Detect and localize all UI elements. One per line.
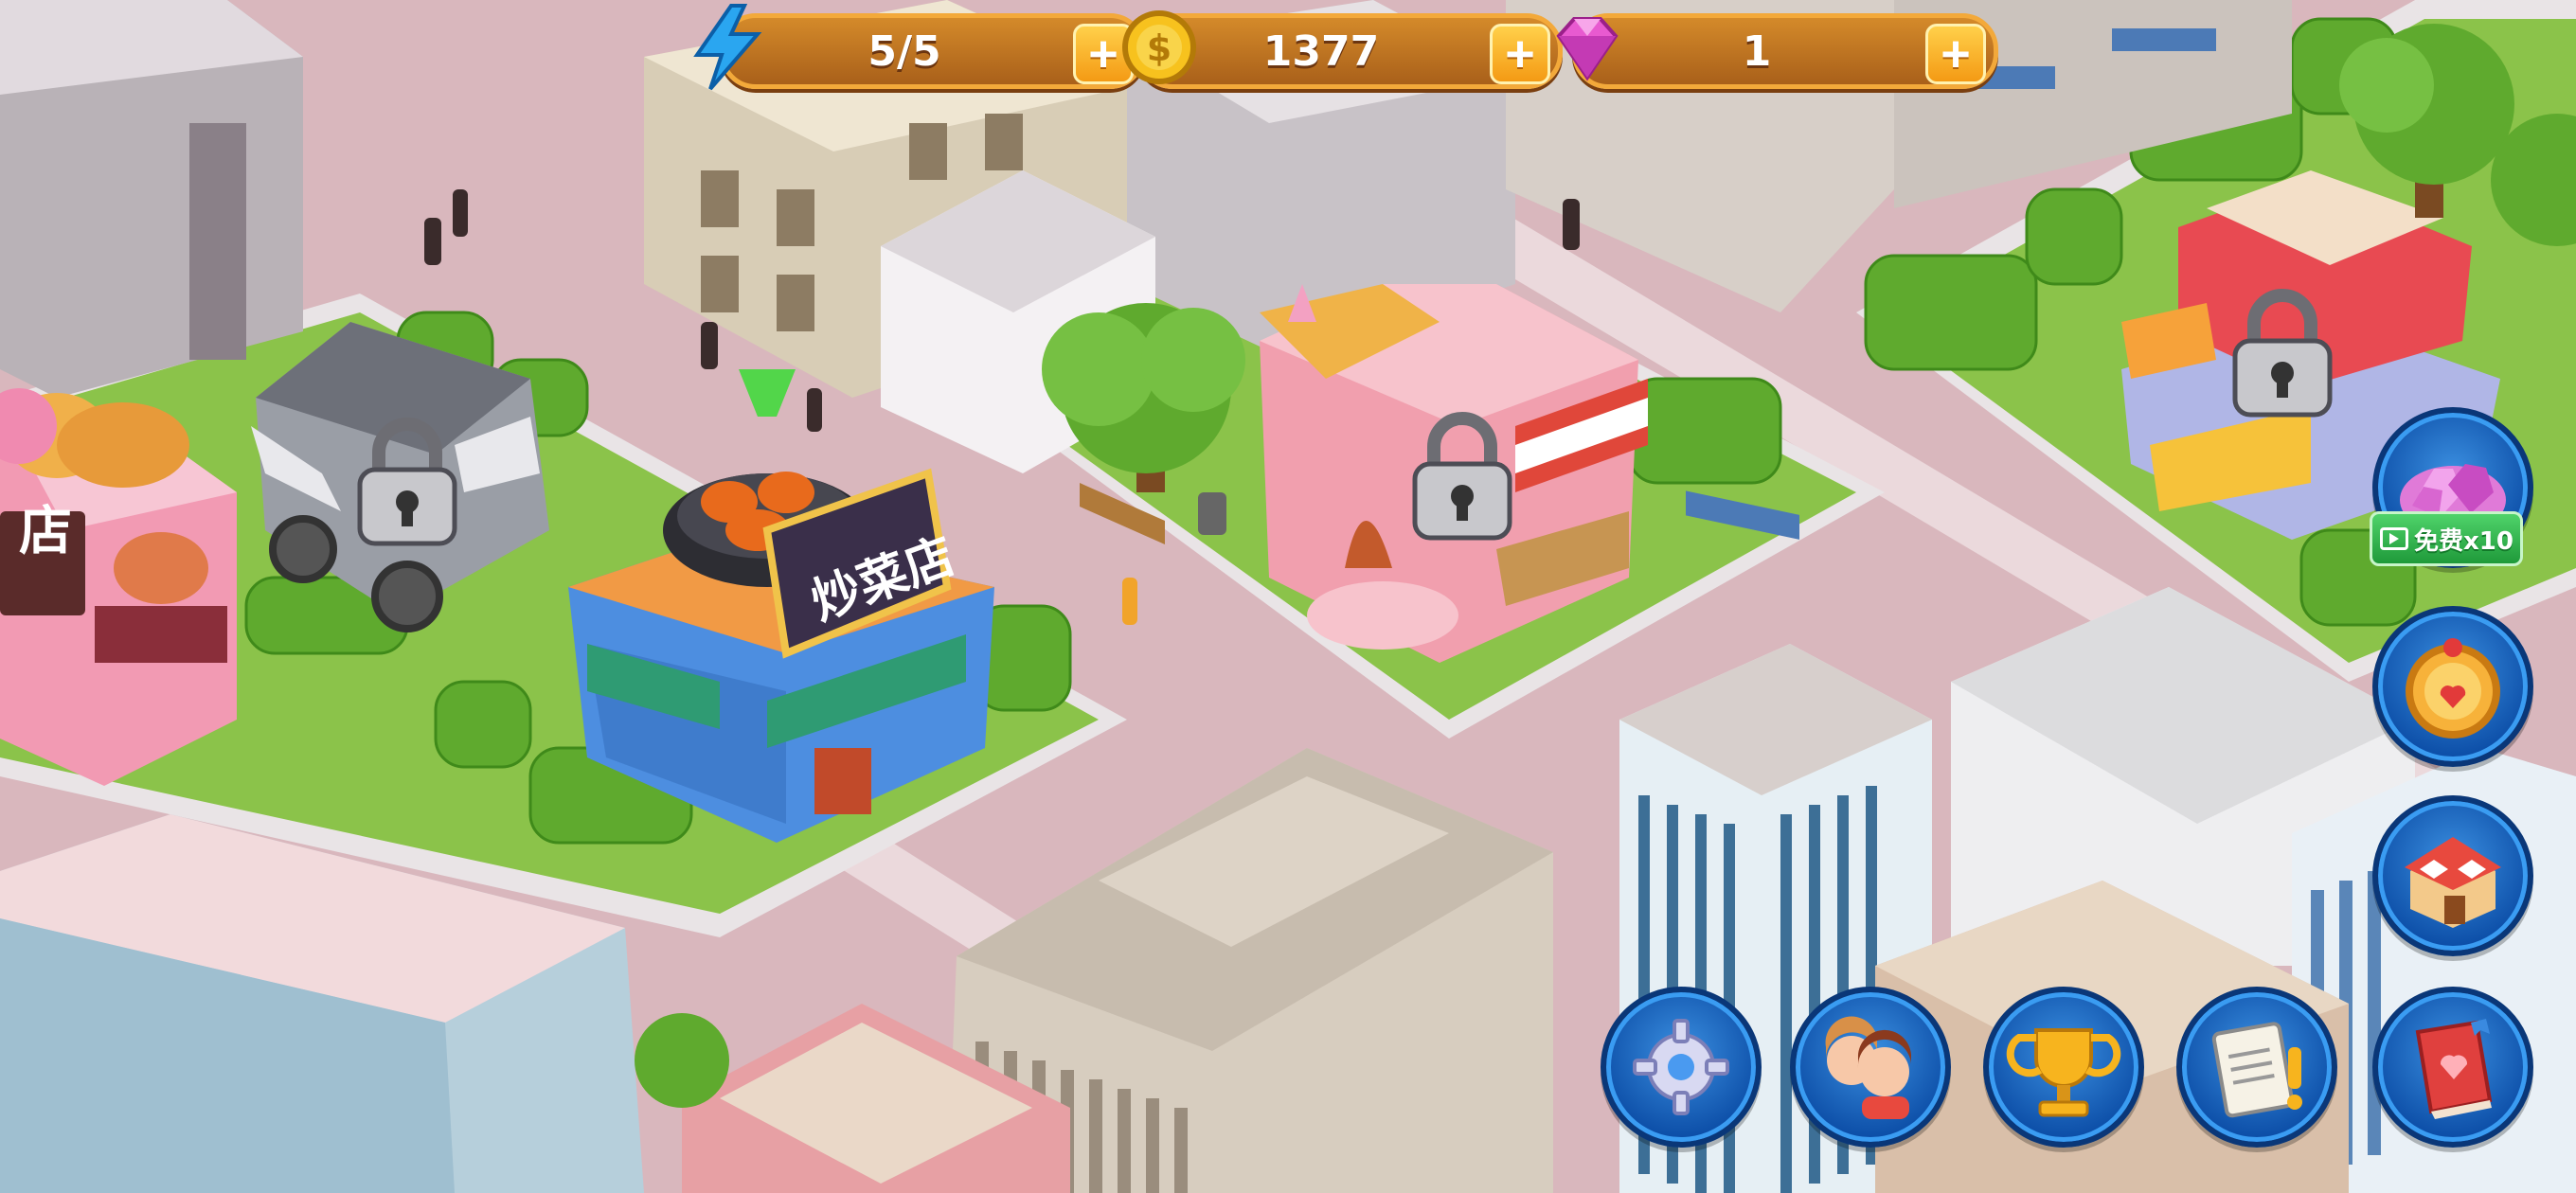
gems-value: 1 <box>1742 27 1772 76</box>
shop-button[interactable] <box>2372 795 2533 956</box>
gem-icon <box>1556 17 1619 81</box>
free-gems-video-badge[interactable]: 免费x10 <box>2370 511 2523 566</box>
free-gems-label: 免费x10 <box>2414 526 2513 556</box>
gear-icon <box>1633 1019 1729 1115</box>
lock-icon[interactable] <box>1405 409 1519 542</box>
recipes-button[interactable] <box>2372 987 2533 1148</box>
lightning-icon <box>693 3 762 91</box>
shop-icon <box>2405 837 2501 928</box>
tasks-button[interactable] <box>2176 987 2337 1148</box>
notepad-icon <box>2211 1022 2302 1118</box>
gems-bar: 1 + <box>1572 13 1998 89</box>
friends-icon <box>1825 1016 1911 1119</box>
book-icon <box>2415 1019 2493 1119</box>
bakery-sign-text: 店 <box>19 501 72 561</box>
energy-bar: 5/5 + <box>720 13 1146 89</box>
trophy-button[interactable] <box>1983 987 2144 1148</box>
energy-value: 5/5 <box>868 27 941 76</box>
settings-button[interactable] <box>1601 987 1762 1148</box>
friends-button[interactable] <box>1790 987 1951 1148</box>
lock-icon[interactable] <box>2226 286 2339 418</box>
coins-value: 1377 <box>1262 27 1380 76</box>
video-icon <box>2380 527 2408 550</box>
lucky-wheel-button[interactable] <box>2372 606 2533 767</box>
svg-text:$: $ <box>1147 27 1172 69</box>
add-gems-button[interactable]: + <box>1925 24 1986 84</box>
city-map[interactable]: 店 炒菜店 <box>0 0 2576 1193</box>
coin-icon: $ <box>1122 10 1196 84</box>
wheel-icon <box>2406 638 2500 739</box>
lock-icon[interactable] <box>350 415 464 547</box>
trophy-icon <box>2006 1028 2121 1117</box>
